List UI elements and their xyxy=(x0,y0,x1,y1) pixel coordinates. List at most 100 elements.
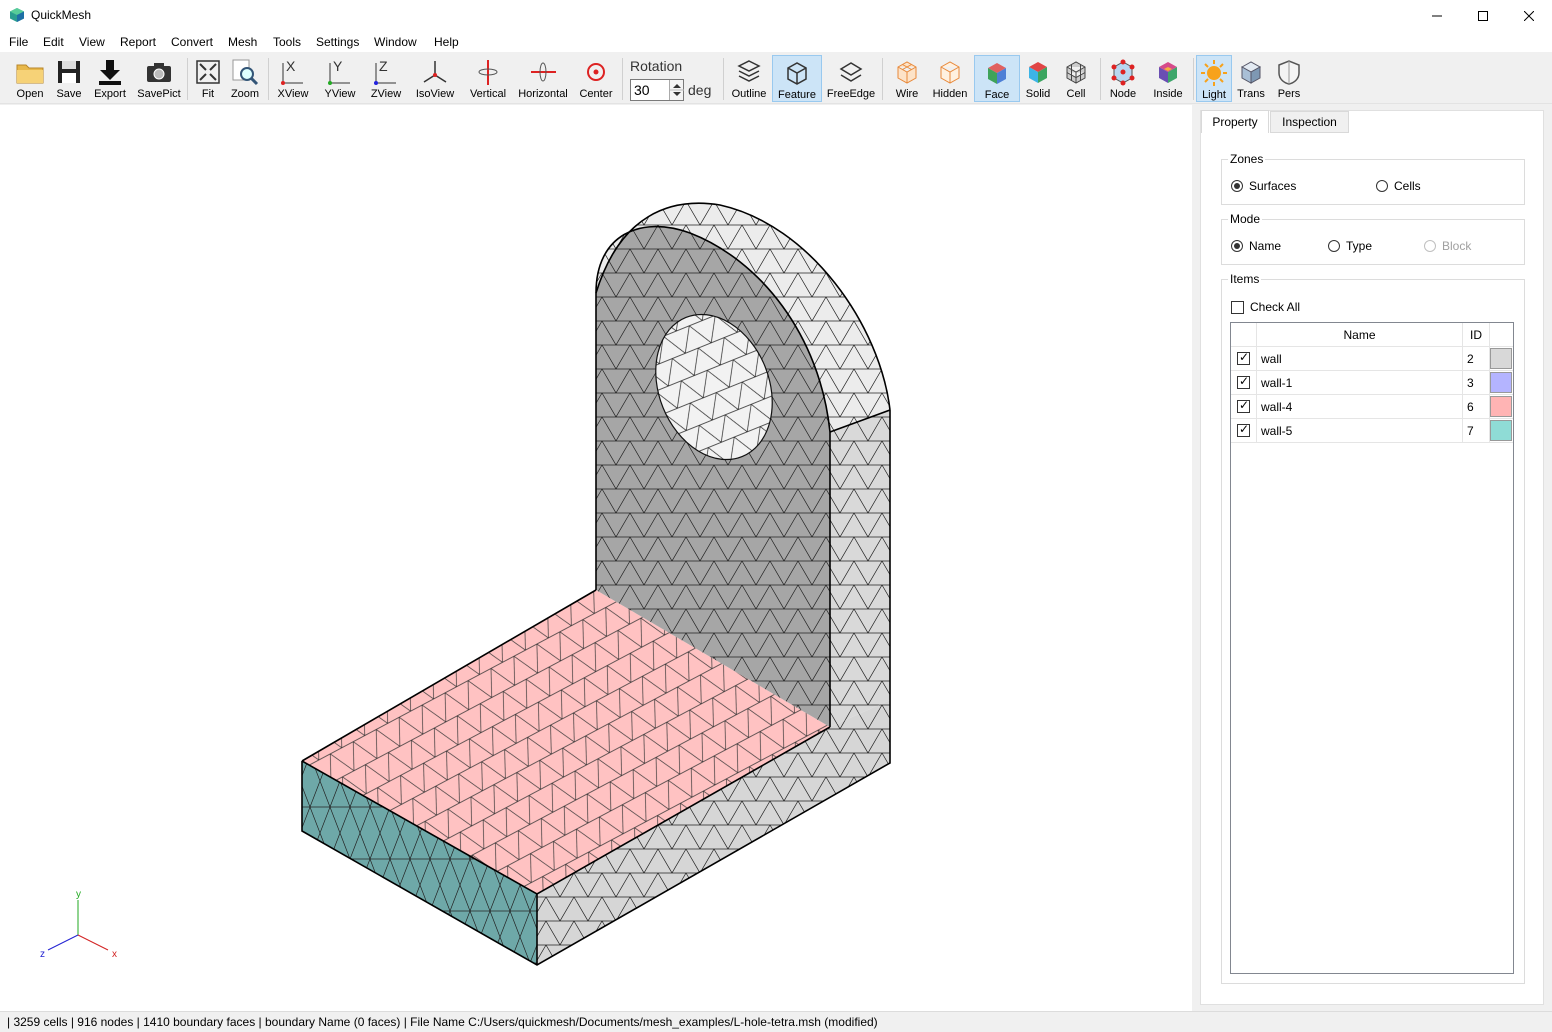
menu-convert[interactable]: Convert xyxy=(171,35,213,49)
spin-arrows-icon xyxy=(670,84,684,96)
z-axis-view-icon: Z xyxy=(374,58,396,85)
rotation-label: Rotation xyxy=(630,58,683,74)
toolbar-separator xyxy=(882,58,883,100)
cells-radio[interactable]: Cells xyxy=(1376,179,1421,193)
zview-button[interactable]: Z ZView xyxy=(366,55,406,102)
table-row[interactable]: wall-5 7 xyxy=(1231,419,1513,443)
row-checkbox[interactable] xyxy=(1237,374,1250,389)
row-name: wall-5 xyxy=(1261,424,1293,438)
toolbar-separator xyxy=(1100,58,1101,100)
radio-indicator xyxy=(1231,180,1243,192)
sun-light-icon xyxy=(1201,60,1227,86)
fit-button[interactable]: Fit xyxy=(193,55,223,102)
menu-settings[interactable]: Settings xyxy=(316,35,359,49)
row-checkbox[interactable] xyxy=(1237,422,1250,437)
horizontal-button[interactable]: Horizontal xyxy=(516,55,570,102)
type-radio[interactable]: Type xyxy=(1328,239,1372,253)
node-button[interactable]: Node xyxy=(1106,55,1140,102)
colored-face-cube-icon xyxy=(988,63,1006,84)
tab-inspection[interactable]: Inspection xyxy=(1270,111,1349,133)
rotation-spinner[interactable] xyxy=(669,80,684,100)
table-header-name[interactable]: Name xyxy=(1257,323,1463,347)
surfaces-radio[interactable]: Surfaces xyxy=(1231,179,1296,193)
horizontal-rotate-icon xyxy=(531,62,556,82)
toolbar-separator xyxy=(723,58,724,100)
menu-bar: File Edit View Report Convert Mesh Tools… xyxy=(0,31,1552,52)
menu-report[interactable]: Report xyxy=(120,35,156,49)
maximize-button[interactable] xyxy=(1460,0,1506,31)
light-button[interactable]: Light xyxy=(1196,55,1232,102)
row-color-swatch[interactable] xyxy=(1490,372,1512,393)
wire-button[interactable]: Wire xyxy=(889,55,925,102)
row-color-swatch[interactable] xyxy=(1490,396,1512,417)
table-row[interactable]: wall-1 3 xyxy=(1231,371,1513,395)
menu-edit[interactable]: Edit xyxy=(43,35,64,49)
row-checkbox[interactable] xyxy=(1237,398,1250,413)
items-table: Name ID wall 2 wall-1 3 wall-4 6 wal xyxy=(1230,322,1514,974)
axis-x-label: x xyxy=(112,949,117,960)
3d-viewport[interactable]: y x z xyxy=(0,105,1192,1011)
row-color-swatch[interactable] xyxy=(1490,348,1512,369)
transparent-cube-icon xyxy=(1240,61,1262,84)
savepict-button[interactable]: SavePict xyxy=(136,55,182,102)
check-all-checkbox[interactable]: Check All xyxy=(1231,300,1300,314)
freeedge-button[interactable]: FreeEdge xyxy=(826,55,876,102)
table-row[interactable]: wall-4 6 xyxy=(1231,395,1513,419)
open-button[interactable]: Open xyxy=(12,55,48,102)
table-header-id[interactable]: ID xyxy=(1463,323,1490,347)
fit-arrows-icon xyxy=(196,60,220,84)
save-button[interactable]: Save xyxy=(52,55,86,102)
pers-button[interactable]: Pers xyxy=(1274,55,1304,102)
minimize-button[interactable] xyxy=(1414,0,1460,31)
tab-property[interactable]: Property xyxy=(1201,110,1269,133)
quickmesh-logo-icon xyxy=(10,8,24,22)
menu-file[interactable]: File xyxy=(9,35,28,49)
outline-button[interactable]: Outline xyxy=(729,55,769,102)
yview-button[interactable]: Y YView xyxy=(320,55,360,102)
menu-tools[interactable]: Tools xyxy=(273,35,301,49)
close-icon xyxy=(1524,10,1534,21)
xview-button[interactable]: X XView xyxy=(274,55,312,102)
mesh-render[interactable]: y x z xyxy=(0,105,1192,1011)
radio-indicator xyxy=(1328,240,1340,252)
toolbar-separator xyxy=(622,58,623,100)
menu-view[interactable]: View xyxy=(79,35,105,49)
block-radio: Block xyxy=(1424,239,1471,253)
inside-button[interactable]: Inside xyxy=(1148,55,1188,102)
trans-button[interactable]: Trans xyxy=(1234,55,1268,102)
rotation-unit-label: deg xyxy=(688,82,712,98)
feature-button[interactable]: Feature xyxy=(772,55,822,102)
toolbar-separator xyxy=(268,58,269,100)
svg-text:Y: Y xyxy=(333,58,343,74)
maximize-icon xyxy=(1478,10,1488,21)
solid-cube-icon xyxy=(1029,62,1047,83)
isoview-button[interactable]: IsoView xyxy=(412,55,458,102)
status-bar: | 3259 cells | 916 nodes | 1410 boundary… xyxy=(0,1011,1552,1032)
outline-layers-icon xyxy=(737,60,761,82)
menu-help[interactable]: Help xyxy=(434,35,459,49)
radio-indicator xyxy=(1231,240,1243,252)
y-axis-view-icon: Y xyxy=(328,58,350,85)
row-color-swatch[interactable] xyxy=(1490,420,1512,441)
row-checkbox[interactable] xyxy=(1237,350,1250,365)
feature-cube-icon xyxy=(787,62,807,85)
zoom-button[interactable]: Zoom xyxy=(228,55,262,102)
magnifier-icon xyxy=(232,59,259,86)
solid-button[interactable]: Solid xyxy=(1022,55,1054,102)
row-id: 3 xyxy=(1467,376,1474,390)
vertical-button[interactable]: Vertical xyxy=(466,55,510,102)
hidden-button[interactable]: Hidden xyxy=(930,55,970,102)
face-button[interactable]: Face xyxy=(974,55,1020,102)
toolbar-separator xyxy=(187,58,188,100)
cell-button[interactable]: Cell xyxy=(1060,55,1092,102)
export-button[interactable]: Export xyxy=(90,55,130,102)
center-button[interactable]: Center xyxy=(576,55,616,102)
menu-window[interactable]: Window xyxy=(374,35,417,49)
table-row[interactable]: wall 2 xyxy=(1231,347,1513,371)
name-radio[interactable]: Name xyxy=(1231,239,1281,253)
row-name: wall-4 xyxy=(1261,400,1293,414)
menu-mesh[interactable]: Mesh xyxy=(228,35,257,49)
close-button[interactable] xyxy=(1506,0,1552,31)
row-name: wall xyxy=(1261,352,1282,366)
row-name: wall-1 xyxy=(1261,376,1293,390)
